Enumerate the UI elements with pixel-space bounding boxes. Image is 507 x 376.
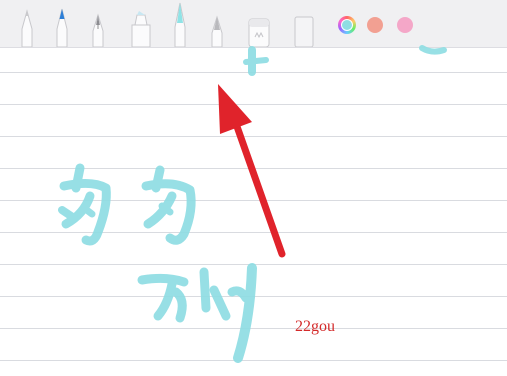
watermark-text: 22gou bbox=[295, 318, 335, 335]
annotation-arrow bbox=[218, 84, 286, 258]
arrow-head-icon bbox=[218, 84, 252, 134]
arrow-shaft bbox=[230, 114, 286, 258]
handwritten-ink bbox=[58, 45, 447, 363]
handwriting-layer bbox=[58, 45, 447, 363]
